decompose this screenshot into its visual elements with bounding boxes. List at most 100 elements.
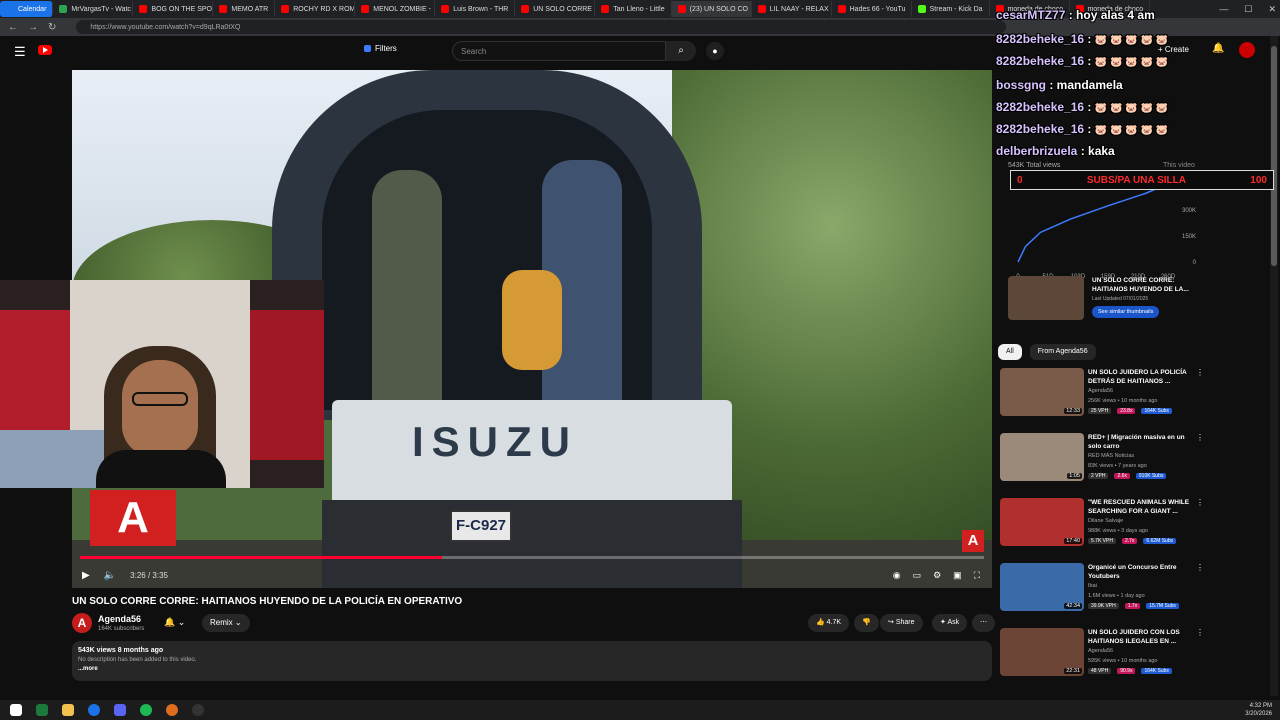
share-button[interactable]: ↪ Share	[880, 614, 923, 632]
recommended-video[interactable]: 1:05 RED+ | Migración masiva en un solo c…	[1000, 433, 1204, 489]
subscriber-goal-bar: 0 SUBS/PA UNA SILLA 100	[1010, 170, 1274, 190]
microphone-icon[interactable]: ●	[706, 42, 724, 60]
browser-tab[interactable]: UN SOLO CORRE	[515, 1, 596, 17]
recent-video-title[interactable]: UN SOLO CORRE CORRE: HAITIANOS HUYENDO D…	[1092, 276, 1200, 294]
video-thumbnail[interactable]: 12:33	[1000, 368, 1084, 416]
remix-button[interactable]: Remix ⌄	[202, 614, 250, 632]
search-icon[interactable]: ⌕	[666, 41, 696, 61]
see-similar-thumbnails-button[interactable]: See similar thumbnails	[1092, 306, 1160, 318]
maximize-icon[interactable]: ☐	[1244, 0, 1252, 18]
browser-tab[interactable]: MEMO ATR	[213, 1, 276, 17]
browser-icon[interactable]	[88, 704, 100, 716]
spotify-icon[interactable]	[140, 704, 152, 716]
dislike-button[interactable]: 👎	[854, 614, 879, 632]
subtitles-icon[interactable]: ▭	[913, 570, 922, 581]
subscription-bell-icon[interactable]: 🔔 ⌄	[164, 617, 185, 628]
views-total-label: Total views	[1026, 162, 1061, 169]
recommended-video[interactable]: 12:33 UN SOLO JUIDERO LA POLICÍA DETRÁS D…	[1000, 368, 1204, 424]
browser-tab[interactable]: Hades 66 - YouTu	[832, 1, 912, 17]
scrollbar-thumb[interactable]	[1271, 46, 1277, 266]
system-clock[interactable]: 4:32 PM 3/20/2026	[1245, 702, 1272, 718]
firefox-icon[interactable]	[166, 704, 178, 716]
more-actions-icon[interactable]: ⋯	[972, 614, 995, 632]
browser-tab[interactable]: Luis Brown - THR	[435, 1, 516, 17]
play-icon[interactable]: ▶	[82, 570, 90, 581]
description-box[interactable]: 543K views 8 months ago No description h…	[72, 641, 992, 681]
chat-emotes-icon: 🐷 🐷 🐷 🐷 🐷	[1094, 57, 1169, 68]
reload-icon[interactable]: ↻	[48, 22, 56, 33]
video-title[interactable]: UN SOLO JUIDERO LA POLICÍA DETRÁS DE HAI…	[1088, 368, 1198, 386]
browser-tab[interactable]: Tan Lleno - Little	[595, 1, 672, 17]
channel-name[interactable]: Agenda56	[98, 614, 141, 624]
more-options-icon[interactable]: ⋮	[1196, 498, 1204, 507]
app-icon[interactable]	[36, 704, 48, 716]
create-button[interactable]: + Create	[1158, 45, 1189, 54]
video-title[interactable]: RED+ | Migración masiva en un solo carro	[1088, 433, 1198, 451]
video-thumbnail[interactable]: 22:31	[1000, 628, 1084, 676]
channel-name[interactable]: RED MÁS Noticias	[1088, 453, 1134, 459]
miniplayer-icon[interactable]: ▣	[953, 570, 962, 581]
autoplay-toggle[interactable]: ◉	[893, 570, 901, 581]
browser-tab[interactable]: BOG ON THE SPOT	[133, 1, 214, 17]
browser-tab[interactable]: Stream - Kick Da	[912, 1, 990, 17]
tab-favicon-icon	[6, 5, 14, 13]
browser-tab[interactable]: MrVargasTv - Watc	[53, 1, 134, 17]
channel-name[interactable]: Ibai	[1088, 583, 1097, 589]
filter-chip[interactable]: From Agenda56	[1029, 344, 1096, 360]
more-options-icon[interactable]: ⋮	[1196, 368, 1204, 377]
show-more-link[interactable]: ...more	[78, 666, 986, 672]
channel-name[interactable]: Dilane Salvaje	[1088, 518, 1123, 524]
recent-video-card[interactable]: UN SOLO CORRE CORRE: HAITIANOS HUYENDO D…	[1008, 276, 1200, 328]
recommended-video[interactable]: 42:34 Organicé un Concurso Entre Youtuber…	[1000, 563, 1204, 619]
obs-icon[interactable]	[192, 704, 204, 716]
file-explorer-icon[interactable]	[62, 704, 74, 716]
video-title[interactable]: "WE RESCUED ANIMALS WHILE SEARCHING FOR …	[1088, 498, 1198, 516]
close-icon[interactable]: ✕	[1268, 0, 1276, 18]
video-thumbnail[interactable]: 1:05	[1000, 433, 1084, 481]
video-thumbnail[interactable]: 17:40	[1000, 498, 1084, 546]
subs-badge: 164K Subs	[1141, 668, 1172, 674]
browser-tab[interactable]: ROCHY RD X ROM	[275, 1, 356, 17]
start-icon[interactable]	[10, 704, 22, 716]
fullscreen-icon[interactable]: ⛶	[974, 570, 980, 581]
more-options-icon[interactable]: ⋮	[1196, 563, 1204, 572]
vph-badge: 2 VPH	[1088, 473, 1109, 479]
url-field[interactable]: https://www.youtube.com/watch?v=d9qLRa0t…	[76, 20, 1007, 34]
search-input[interactable]: Search	[452, 41, 666, 61]
video-title[interactable]: Organicé un Concurso Entre Youtubers	[1088, 563, 1198, 581]
recent-video-thumbnail[interactable]	[1008, 276, 1084, 320]
browser-tab[interactable]: (23) UN SOLO CO	[671, 1, 752, 17]
discord-icon[interactable]	[114, 704, 126, 716]
channel-name[interactable]: Agenda56	[1088, 648, 1113, 654]
recommended-video[interactable]: 17:40 "WE RESCUED ANIMALS WHILE SEARCHING…	[1000, 498, 1204, 554]
streamer-shirt	[96, 450, 226, 488]
menu-icon[interactable]: ☰	[14, 44, 26, 60]
browser-tab[interactable]: MENOL ZOMBIE -	[355, 1, 436, 17]
forward-icon[interactable]: →	[28, 22, 38, 33]
browser-tab[interactable]: Calendar	[0, 1, 54, 17]
volume-icon[interactable]: 🔈	[104, 570, 116, 581]
settings-icon[interactable]: ⚙	[933, 570, 941, 581]
more-options-icon[interactable]: ⋮	[1196, 628, 1204, 637]
filters-button[interactable]: Filters	[364, 44, 397, 53]
notifications-icon[interactable]: 🔔	[1212, 43, 1224, 54]
browser-tab[interactable]: LIL NAAY - RELAX	[752, 1, 832, 17]
youtube-logo[interactable]	[38, 45, 52, 55]
scrollbar[interactable]	[1270, 36, 1278, 696]
progress-bar[interactable]	[80, 556, 984, 559]
recommended-video[interactable]: 22:31 UN SOLO JUIDERO CON LOS HAITIANOS I…	[1000, 628, 1204, 684]
back-icon[interactable]: ←	[8, 22, 18, 33]
chat-separator: :	[1065, 8, 1077, 22]
like-button[interactable]: 👍 4.7K	[808, 614, 850, 632]
channel-watermark[interactable]: A	[962, 530, 984, 552]
channel-name[interactable]: Agenda56	[1088, 388, 1113, 394]
ask-button[interactable]: ✦ Ask	[932, 614, 968, 632]
video-title[interactable]: UN SOLO JUIDERO CON LOS HAITIANOS ILEGAL…	[1088, 628, 1198, 646]
account-avatar[interactable]	[1239, 42, 1255, 58]
minimize-icon[interactable]: —	[1219, 0, 1228, 18]
channel-avatar[interactable]: A	[72, 613, 92, 633]
chat-text: hoy alas 4 am	[1076, 8, 1155, 22]
video-thumbnail[interactable]: 42:34	[1000, 563, 1084, 611]
more-options-icon[interactable]: ⋮	[1196, 433, 1204, 442]
filter-chip[interactable]: All	[998, 344, 1022, 360]
